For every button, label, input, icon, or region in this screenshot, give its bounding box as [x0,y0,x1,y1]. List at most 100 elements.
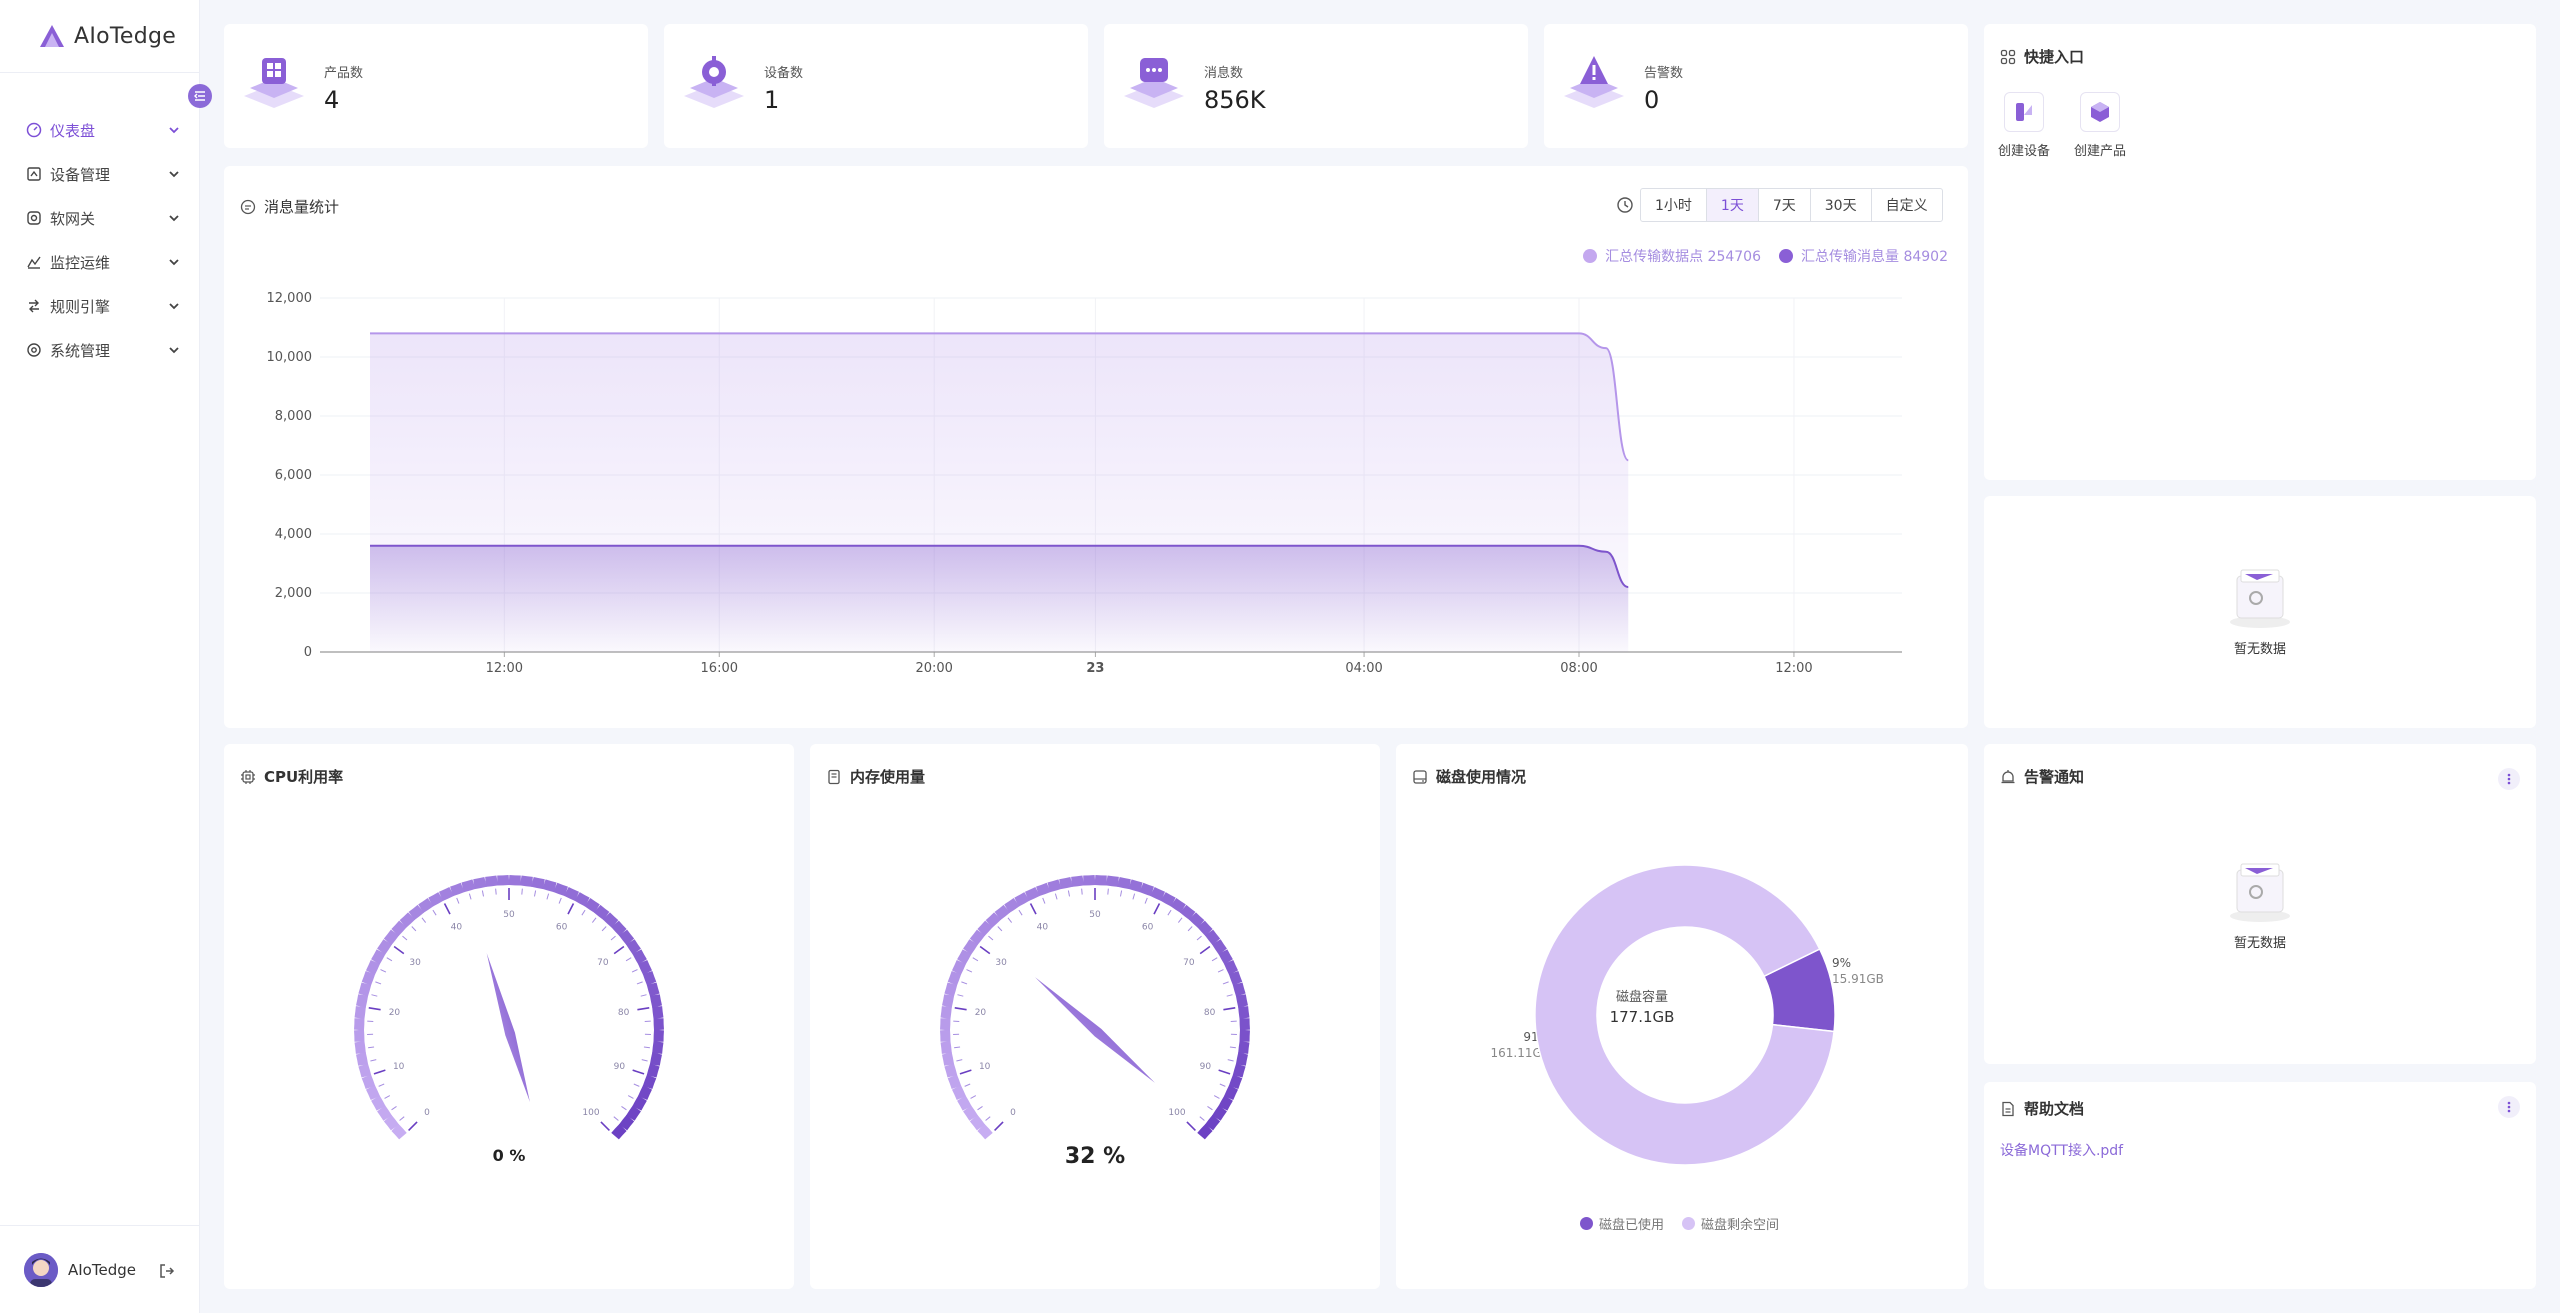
sidebar-item-system-management[interactable]: 系统管理 [0,328,200,372]
card-title: 消息量统计 [240,196,339,217]
legend-item[interactable]: 磁盘剩余空间 [1682,1214,1779,1233]
gauge-tick [1167,909,1172,916]
gauge-band [951,1085,966,1101]
gauge-tick [625,957,632,962]
gauge-band [1128,879,1143,893]
gauge-tick [368,1006,381,1011]
card-title: 磁盘使用情况 [1412,766,1526,787]
collapse-sidebar-button[interactable] [188,84,212,108]
range-custom[interactable]: 自定义 [1872,189,1942,221]
gauge-band [1150,886,1166,901]
empty-state: 暂无数据 [2200,566,2320,657]
sidebar-item-device-management[interactable]: 设备管理 [0,152,200,196]
gauge-band [1218,1095,1233,1111]
gauge-tick [1119,890,1123,897]
range-1h[interactable]: 1小时 [1641,189,1707,221]
gauge-band [649,994,663,1008]
gauge-tick [1223,1006,1236,1011]
sidebar-item-rule-engine[interactable]: 规则引擎 [0,284,200,328]
sidebar-item-label: 监控运维 [50,253,111,272]
help-doc-link[interactable]: 设备MQTT接入.pdf [2000,1140,2123,1160]
gauge-tick [456,897,460,904]
gauge-tick [613,945,625,955]
memory-title: 内存使用量 [850,768,926,786]
menu-fold-icon [194,91,205,101]
legend-label: 磁盘剩余空间 [1701,1218,1780,1233]
gauge-band [1238,1006,1250,1020]
alarm-bell-icon [2000,769,2016,785]
disk-legend: 磁盘已使用 磁盘剩余空间 [1580,1214,1779,1233]
gauge-tick [997,926,1003,932]
x-tick-label: 08:00 [1560,661,1597,676]
range-30d[interactable]: 30天 [1811,189,1872,221]
gauge-tick [393,945,405,955]
sidebar-item-dashboard[interactable]: 仪表盘 [0,108,200,152]
gauge-band [371,949,386,965]
gauge-tick [956,1059,963,1062]
gauge-band [361,1074,376,1089]
gauge-band [1059,876,1073,890]
logo[interactable]: AIoTedge [38,22,176,50]
grid-icon [2000,49,2016,65]
sidebar-item-soft-gateway[interactable]: 软网关 [0,196,200,240]
quick-item-label: 创建产品 [2073,144,2126,159]
range-7d[interactable]: 7天 [1759,189,1811,221]
device-icon [26,166,42,182]
gauge-band [969,929,985,946]
legend-item[interactable]: 汇总传输消息量 84902 [1779,246,1948,266]
gauge-band [1218,949,1233,965]
gauge-tick [481,890,485,897]
settings-icon [26,342,42,358]
logout-icon[interactable] [158,1262,176,1280]
avatar[interactable] [24,1253,58,1287]
gauge-band [355,994,369,1008]
legend-dot [1580,1217,1593,1230]
gauge-band [957,1095,972,1111]
legend-label: 汇总传输数据点 254706 [1605,249,1761,265]
gauge-band [564,886,580,901]
stat-value: 4 [324,86,340,114]
gauge-band [642,1074,657,1089]
gauge-band [450,882,465,897]
more-options-button[interactable] [2498,768,2520,790]
gauge-tick [1226,994,1233,997]
gauge-tick [959,1069,972,1075]
gauge-tick [399,1116,405,1121]
legend-dot [1682,1217,1696,1230]
card-title: 告警通知 [2000,766,2084,787]
legend-item[interactable]: 汇总传输数据点 254706 [1583,246,1761,266]
stat-value: 0 [1644,86,1660,114]
gauge-tick [1107,888,1109,895]
gauge-band [940,1006,952,1020]
gauge-tick [1187,926,1193,932]
time-range-selector: 1小时 1天 7天 30天 自定义 [1616,188,1943,222]
gauge-band [354,1040,366,1054]
legend-item[interactable]: 磁盘已使用 [1580,1214,1664,1233]
gauge-tick [443,903,451,915]
gauge-band [1047,879,1062,893]
stat-card-alarms: 告警数 0 [1544,24,1968,148]
gauge-tick [533,890,537,897]
gauge-band [361,971,376,986]
gauge-band [611,920,627,937]
memory-value: 32 % [1064,1144,1126,1169]
gauge-band [941,1052,955,1066]
gauge-tick [1067,890,1071,897]
clock-icon [1617,197,1633,213]
gauge-tick [1217,969,1224,973]
gauge-tick [1196,935,1202,941]
alarm-card: 告警通知 暂无数据 [1984,744,2536,1064]
gauge-band [1004,898,1020,913]
range-1d[interactable]: 1天 [1706,189,1759,221]
create-product-button[interactable]: 创建产品 [2070,92,2130,159]
create-device-button[interactable]: 创建设备 [1994,92,2054,159]
x-tick-label: 20:00 [915,661,952,676]
sidebar-item-monitoring[interactable]: 监控运维 [0,240,200,284]
gauge-tick [640,994,647,997]
more-options-button[interactable] [2498,1096,2520,1118]
gauge-tick [1222,981,1229,985]
gauge-tick [988,935,994,941]
gauge-band [391,920,407,937]
gauge-pointer [1034,977,1156,1083]
gauge-tick-label: 80 [1204,1008,1216,1018]
